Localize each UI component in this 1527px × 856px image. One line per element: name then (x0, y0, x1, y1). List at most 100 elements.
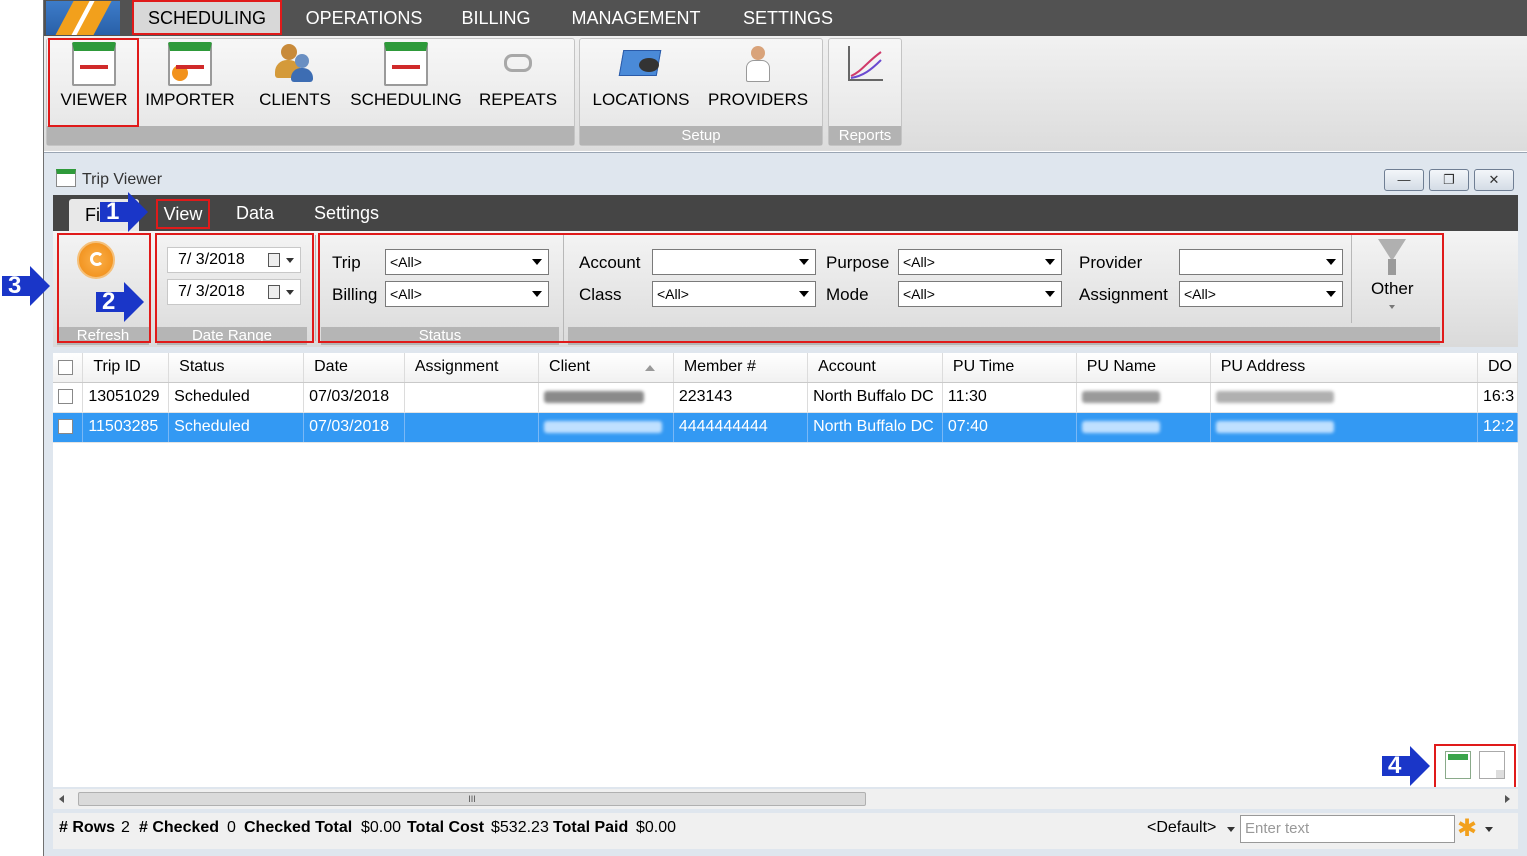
app-logo (46, 1, 120, 35)
checked-total-label: Checked Total (244, 819, 353, 836)
do-cell: 12:2 (1477, 412, 1518, 443)
reports-button[interactable] (834, 38, 896, 126)
chevron-down-icon[interactable] (1227, 827, 1235, 832)
total-paid-value: $0.00 (636, 819, 677, 836)
column-header[interactable]: PU Address (1210, 353, 1478, 383)
trip-id-cell: 13051029 (82, 382, 170, 413)
providers-button[interactable]: PROVIDERS (708, 38, 808, 126)
menu-scheduling[interactable]: SCHEDULING (132, 0, 282, 35)
checkbox[interactable] (58, 419, 73, 435)
assignment-cell (404, 382, 540, 413)
column-header-label: Client (549, 358, 590, 376)
header-row: Trip ID Status Date Assignment Client Me… (53, 353, 1518, 383)
redacted-text (1215, 420, 1334, 433)
annotation-number: 4 (1388, 752, 1402, 779)
pu-time-cell: 11:30 (942, 382, 1077, 413)
checked-count: 0 (227, 819, 236, 836)
column-header[interactable]: Trip ID (82, 353, 170, 383)
row-checkbox-cell[interactable] (53, 412, 84, 443)
menu-management[interactable]: MANAGEMENT (564, 0, 708, 36)
highlight-date-range (155, 233, 314, 343)
account-cell: North Buffalo DC (807, 382, 943, 413)
main-menu-bar: SCHEDULING OPERATIONS BILLING MANAGEMENT… (44, 0, 1527, 36)
annotation-number: 3 (8, 272, 22, 299)
table-row-selected[interactable]: 11503285 Scheduled 07/03/2018 4444444444… (53, 412, 1518, 443)
member-cell: 4444444444 (673, 412, 809, 443)
tab-settings[interactable]: Settings (314, 195, 379, 231)
ribbon-group-label (47, 126, 574, 145)
filter-toolbar: Refresh 7/ 3/2018 7/ 3/2018 Date Range T… (53, 231, 1518, 347)
redacted-text (1081, 420, 1160, 433)
clients-button[interactable]: CLIENTS (256, 38, 334, 126)
account-cell: North Buffalo DC (807, 412, 943, 443)
layout-select[interactable]: <Default> (1147, 819, 1216, 837)
pu-address-cell-redacted (1210, 412, 1478, 443)
close-button[interactable]: ✕ (1474, 169, 1514, 191)
column-header[interactable]: PU Time (942, 353, 1077, 383)
left-margin (0, 0, 43, 856)
trip-id-cell: 11503285 (82, 412, 170, 443)
menu-settings[interactable]: SETTINGS (732, 0, 844, 36)
search-input[interactable]: Enter text (1240, 815, 1455, 843)
column-header[interactable]: Account (807, 353, 943, 383)
total-paid-label: Total Paid (553, 819, 629, 836)
app-root: SCHEDULING OPERATIONS BILLING MANAGEMENT… (0, 0, 1527, 856)
locations-button[interactable]: LOCATIONS (590, 38, 692, 126)
annotation-arrow-2: 2 (96, 282, 144, 322)
column-header[interactable]: Assignment (404, 353, 540, 383)
table-row[interactable]: 13051029 Scheduled 07/03/2018 223143 Nor… (53, 382, 1518, 413)
importer-button[interactable]: IMPORTER (144, 38, 236, 126)
tab-data[interactable]: Data (236, 195, 274, 231)
separator (315, 235, 316, 341)
date-cell: 07/03/2018 (303, 412, 405, 443)
reports-group-label: Reports (829, 126, 901, 145)
asterisk-icon[interactable]: ✱ (1457, 817, 1477, 841)
pu-time-cell: 07:40 (942, 412, 1077, 443)
repeats-label: REPEATS (478, 90, 558, 109)
menu-operations[interactable]: OPERATIONS (294, 0, 434, 36)
pu-name-cell-redacted (1076, 412, 1211, 443)
column-header[interactable]: DO (1477, 353, 1518, 383)
locations-label: LOCATIONS (592, 90, 690, 109)
status-cell: Scheduled (168, 382, 305, 413)
client-cell-redacted (538, 382, 674, 413)
redacted-text (1081, 390, 1160, 403)
select-all-checkbox[interactable] (53, 353, 84, 383)
column-header[interactable]: Date (303, 353, 405, 383)
scroll-right-icon[interactable] (1505, 795, 1510, 803)
chevron-down-icon[interactable] (1485, 827, 1493, 832)
horizontal-scrollbar[interactable]: III (53, 789, 1518, 809)
highlight-viewer (48, 38, 139, 127)
column-header-client[interactable]: Client (538, 353, 674, 383)
scheduling-button[interactable]: SCHEDULING (348, 38, 464, 126)
users-icon (273, 42, 317, 86)
redacted-text (544, 420, 663, 433)
row-checkbox-cell[interactable] (53, 382, 84, 413)
redacted-text (544, 390, 645, 403)
scroll-left-icon[interactable] (59, 795, 64, 803)
restore-button[interactable]: ❐ (1429, 169, 1469, 191)
status-bar: # Rows 2 # Checked 0 Checked Total $0.00… (53, 813, 1518, 849)
repeats-button[interactable]: REPEATS (476, 38, 560, 126)
tab-view[interactable]: View (156, 199, 210, 229)
providers-label: PROVIDERS (708, 90, 809, 109)
total-cost-label: Total Cost (407, 819, 485, 836)
trip-grid: Trip ID Status Date Assignment Client Me… (53, 353, 1518, 787)
annotation-arrow-4: 4 (1382, 746, 1430, 786)
column-header[interactable]: Status (168, 353, 305, 383)
column-header[interactable]: Member # (673, 353, 809, 383)
chart-icon (843, 42, 887, 86)
scrollbar-thumb[interactable]: III (78, 792, 866, 806)
highlight-filters (318, 233, 1444, 343)
trip-viewer-window: Trip Viewer — ❐ ✕ File View Data Setting… (44, 152, 1527, 856)
trip-table: Trip ID Status Date Assignment Client Me… (53, 353, 1518, 443)
checkbox[interactable] (58, 359, 73, 375)
client-cell-redacted (538, 412, 674, 443)
column-header[interactable]: PU Name (1076, 353, 1211, 383)
checkbox[interactable] (58, 389, 73, 405)
window-title: Trip Viewer (82, 171, 163, 188)
highlight-export (1434, 744, 1516, 787)
checked-label: # Checked (139, 819, 220, 836)
menu-billing[interactable]: BILLING (446, 0, 546, 36)
minimize-button[interactable]: — (1384, 169, 1424, 191)
